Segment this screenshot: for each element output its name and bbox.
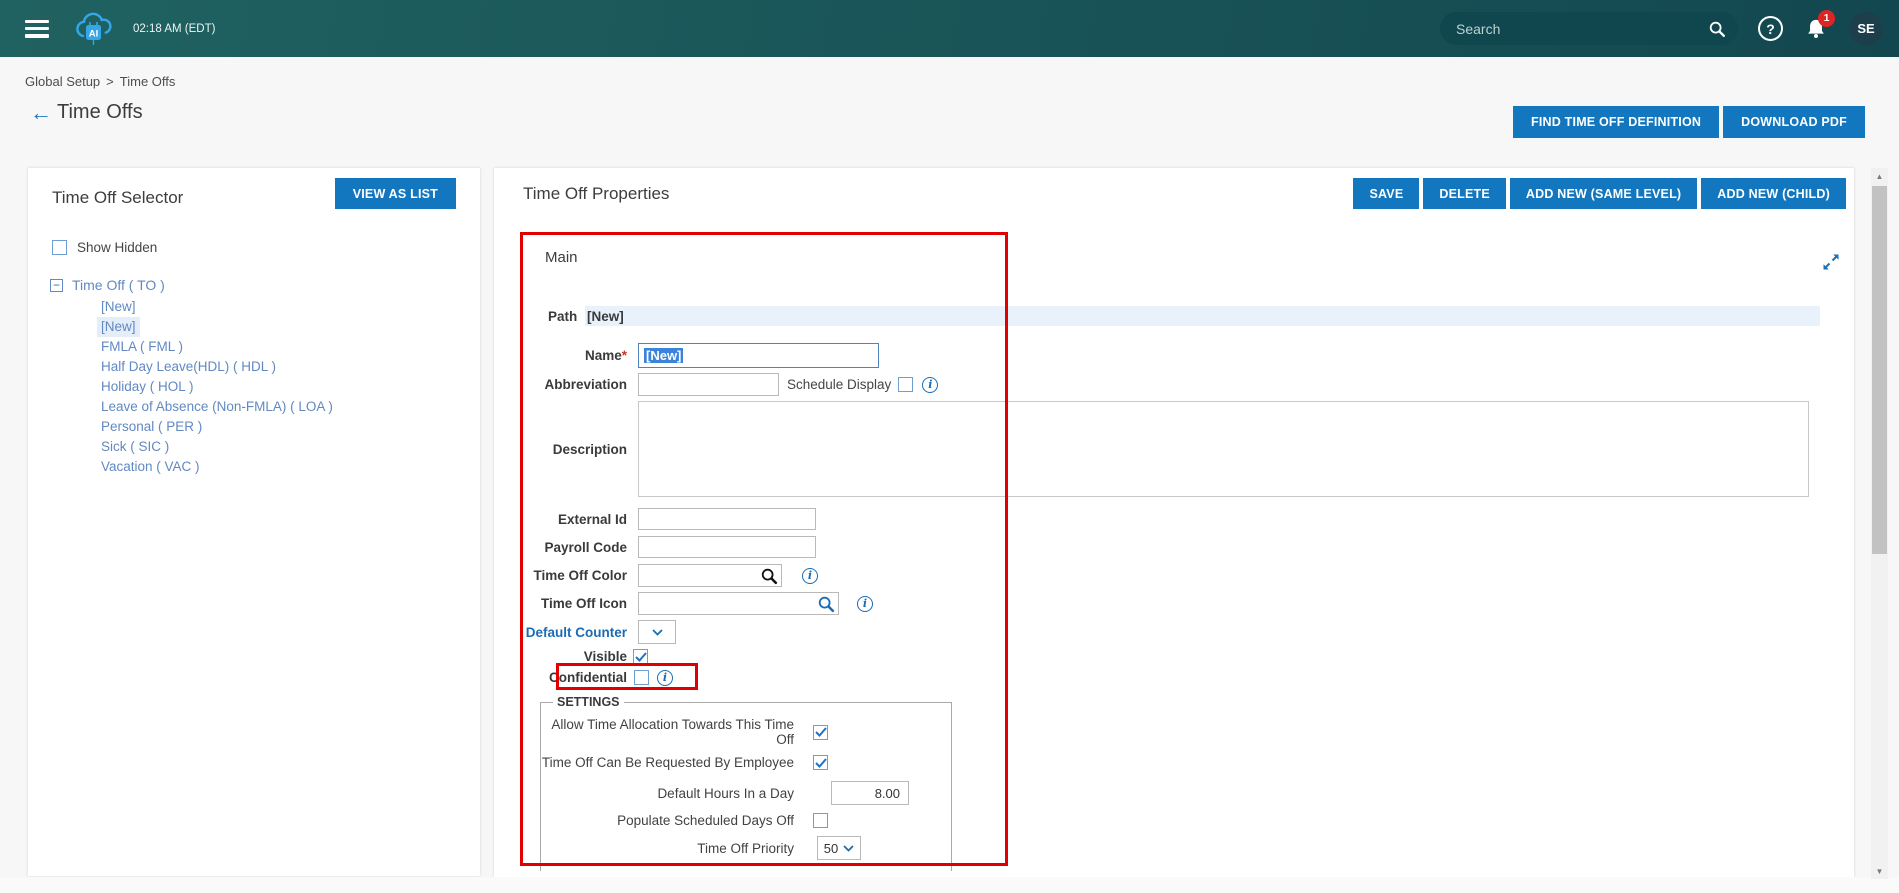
tree-item[interactable]: [New] — [97, 297, 140, 317]
default-hours-in-day-label: Default Hours In a Day — [541, 786, 794, 801]
confidential-checkbox[interactable] — [634, 670, 649, 685]
time-off-icon-lookup-icon[interactable] — [817, 595, 835, 613]
external-id-input[interactable] — [638, 508, 816, 530]
tree-item[interactable]: Leave of Absence (Non-FMLA) ( LOA ) — [97, 397, 337, 417]
view-as-list-button[interactable]: VIEW AS LIST — [335, 178, 456, 209]
time-off-requestable-checkbox[interactable] — [813, 755, 828, 770]
tree-item[interactable]: Vacation ( VAC ) — [97, 457, 204, 477]
breadcrumb-time-offs[interactable]: Time Offs — [120, 74, 176, 89]
allow-time-allocation-checkbox[interactable] — [813, 725, 828, 740]
show-hidden-checkbox[interactable] — [52, 240, 67, 255]
hamburger-menu-icon[interactable] — [25, 20, 49, 38]
visible-label: Visible — [494, 649, 638, 664]
populate-scheduled-days-off-label: Populate Scheduled Days Off — [541, 813, 794, 828]
name-label: Name* — [494, 348, 638, 363]
time-off-properties-panel: Time Off Properties SAVEDELETEADD NEW (S… — [494, 168, 1854, 877]
payroll-code-input[interactable] — [638, 536, 816, 558]
tree-item[interactable]: Personal ( PER ) — [97, 417, 206, 437]
main-section-title: Main — [545, 249, 578, 266]
tree-item[interactable]: [New] — [97, 317, 140, 337]
populate-scheduled-days-off-checkbox[interactable] — [813, 813, 828, 828]
time-off-icon-label: Time Off Icon — [494, 596, 638, 611]
page-title: Time Offs — [57, 101, 143, 124]
description-textarea[interactable] — [638, 401, 1809, 497]
search-icon[interactable] — [1708, 20, 1726, 38]
schedule-display-label: Schedule Display — [787, 377, 891, 392]
time-off-priority-select[interactable]: 50 — [817, 836, 861, 860]
show-hidden-label: Show Hidden — [77, 240, 157, 255]
visible-checkbox[interactable] — [633, 649, 648, 664]
time-off-icon-input[interactable] — [638, 592, 839, 615]
time-off-color-label: Time Off Color — [494, 568, 638, 583]
settings-group: SETTINGS Allow Time Allocation Towards T… — [540, 695, 952, 871]
payroll-code-label: Payroll Code — [494, 540, 638, 555]
notification-count-badge: 1 — [1818, 10, 1835, 27]
tree-item[interactable]: Half Day Leave(HDL) ( HDL ) — [97, 357, 280, 377]
scrollbar-up-arrow[interactable] — [1871, 168, 1888, 184]
external-id-label: External Id — [494, 512, 638, 527]
vertical-scrollbar[interactable] — [1871, 168, 1888, 879]
search-input[interactable] — [1456, 21, 1708, 37]
abbreviation-label: Abbreviation — [494, 377, 638, 392]
default-counter-label[interactable]: Default Counter — [494, 625, 638, 640]
svg-text:AI: AI — [89, 28, 99, 39]
app-logo-cloud-ai-icon[interactable]: AI — [71, 9, 117, 49]
user-avatar[interactable]: SE — [1849, 12, 1883, 46]
path-value: [New] — [585, 309, 624, 324]
download-pdf-button[interactable]: DOWNLOAD PDF — [1723, 106, 1865, 138]
tree-item[interactable]: Sick ( SIC ) — [97, 437, 173, 457]
time-off-color-info-icon[interactable] — [802, 568, 818, 584]
current-time: 02:18 AM (EDT) — [133, 23, 215, 35]
breadcrumb-global-setup[interactable]: Global Setup — [25, 74, 100, 89]
scrollbar-down-arrow[interactable] — [1871, 863, 1888, 879]
breadcrumb: Global Setup>Time Offs — [25, 74, 175, 89]
time-off-selector-panel: Time Off Selector VIEW AS LIST Show Hidd… — [28, 168, 480, 876]
schedule-display-checkbox[interactable] — [898, 377, 913, 392]
confidential-label: Confidential — [494, 670, 638, 685]
settings-legend: SETTINGS — [553, 695, 624, 709]
default-counter-select[interactable] — [638, 620, 676, 644]
back-arrow-icon[interactable]: ← — [30, 102, 52, 124]
selector-title: Time Off Selector — [52, 188, 183, 208]
notifications-bell-icon[interactable]: 1 — [1805, 17, 1827, 41]
scrollbar-thumb[interactable] — [1872, 186, 1887, 554]
schedule-display-info-icon[interactable] — [922, 377, 938, 393]
description-label: Description — [494, 442, 638, 457]
global-search[interactable] — [1440, 12, 1738, 45]
collapse-section-icon[interactable] — [1822, 253, 1840, 276]
name-input[interactable]: [New] — [638, 343, 879, 368]
time-off-tree: Time Off ( TO ) [New][New]FMLA ( FML )Ha… — [50, 277, 337, 477]
time-off-icon-info-icon[interactable] — [857, 596, 873, 612]
time-off-color-lookup-icon[interactable] — [760, 567, 778, 585]
confidential-info-icon[interactable] — [657, 670, 673, 686]
tree-root-time-off[interactable]: Time Off ( TO ) — [50, 277, 337, 293]
path-value-row: [New] — [585, 306, 1820, 326]
find-time-off-definition-button[interactable]: FIND TIME OFF DEFINITION — [1513, 106, 1719, 138]
tree-item[interactable]: Holiday ( HOL ) — [97, 377, 198, 397]
page-action-buttons: FIND TIME OFF DEFINITIONDOWNLOAD PDF — [1513, 106, 1865, 138]
bottom-strip — [0, 877, 1899, 893]
tree-collapse-icon[interactable] — [50, 279, 63, 292]
help-icon[interactable] — [1758, 16, 1783, 41]
path-label: Path — [548, 309, 577, 324]
tree-item[interactable]: FMLA ( FML ) — [97, 337, 187, 357]
abbreviation-input[interactable] — [638, 373, 779, 396]
default-hours-in-day-input[interactable] — [831, 781, 909, 805]
allow-time-allocation-label: Allow Time Allocation Towards This Time … — [541, 717, 794, 747]
top-bar: AI 02:18 AM (EDT) 1 SE — [0, 0, 1899, 57]
time-off-priority-label: Time Off Priority — [541, 841, 794, 856]
name-selected-text: [New] — [644, 348, 683, 363]
time-off-requestable-label: Time Off Can Be Requested By Employee — [541, 755, 794, 770]
